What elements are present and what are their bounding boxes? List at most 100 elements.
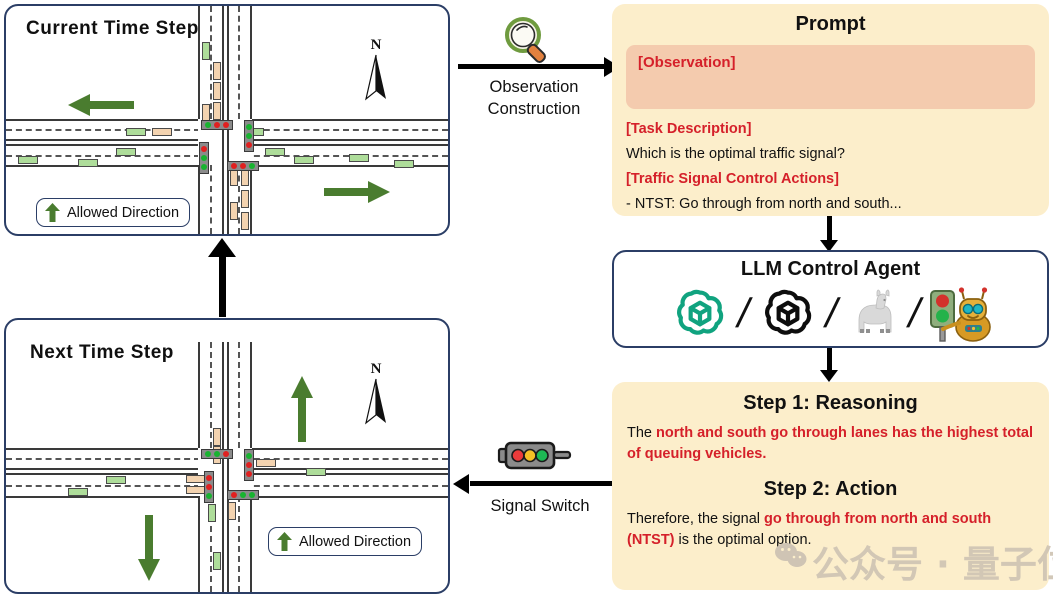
feedback-arrow-head	[208, 238, 236, 257]
prompt-card: Prompt [Observation] [Task Description] …	[612, 4, 1049, 216]
vehicle	[208, 504, 216, 522]
current-time-step-panel: Current Time Step N Allowed Direction	[4, 4, 450, 236]
vroad-edge-right-b	[250, 165, 252, 234]
vehicle	[230, 202, 238, 220]
signal-head-south	[227, 490, 259, 500]
compass-needle-icon	[365, 378, 386, 425]
vehicle	[186, 486, 206, 494]
lamp-red	[206, 475, 212, 482]
signal-switch-arrow-shaft	[470, 481, 612, 486]
llm-control-agent-box: LLM Control Agent / / /	[612, 250, 1049, 348]
action-prefix: Therefore, the signal	[627, 511, 765, 528]
vehicle	[349, 154, 369, 162]
allowed-arrow-west	[68, 94, 134, 116]
lane-divider-v1	[210, 6, 212, 119]
lamp-green	[239, 492, 246, 498]
compass-label: N	[370, 361, 382, 377]
lane-divider-h2	[244, 129, 448, 131]
legend-allowed-direction: Allowed Direction	[36, 198, 191, 227]
allowed-arrow-east	[324, 181, 390, 203]
lamp-green	[201, 163, 207, 170]
up-arrow-icon	[45, 203, 60, 222]
vehicle	[213, 62, 221, 80]
lamp-red	[246, 470, 252, 477]
compass-north: N	[361, 38, 391, 106]
vehicle	[78, 159, 98, 167]
vroad-edge-right	[250, 6, 252, 119]
llama-icon[interactable]	[845, 285, 901, 341]
vehicle	[306, 468, 326, 476]
observation-tag: [Observation]	[626, 45, 1035, 109]
vroad-edge-left	[198, 342, 200, 448]
lamp-red	[239, 163, 246, 169]
legend-label: Allowed Direction	[299, 533, 412, 550]
lamp-green	[246, 132, 252, 139]
prompt-title: Prompt	[795, 13, 866, 35]
vehicle	[265, 148, 285, 156]
allowed-arrow-south	[138, 515, 160, 581]
agent-to-response-head	[820, 370, 838, 382]
magnifier-icon	[505, 17, 546, 63]
vehicle	[186, 475, 206, 483]
vehicle	[213, 82, 221, 100]
vroad-center-b	[227, 342, 229, 592]
task-description-text: Which is the optimal traffic signal?	[626, 146, 845, 163]
openai-black-logo-icon[interactable]	[758, 285, 818, 341]
lamp-red	[231, 163, 238, 169]
vroad-edge-left-b	[198, 165, 200, 234]
lamp-green	[206, 492, 212, 499]
lamp-red	[246, 141, 252, 148]
reasoning-prefix: The	[627, 425, 657, 441]
vehicle	[116, 148, 136, 156]
traffic-light-icon	[497, 441, 572, 470]
vehicle	[202, 42, 210, 60]
observation-construction-label: Observation Construction	[452, 76, 616, 121]
control-actions-tag: [Traffic Signal Control Actions]	[626, 171, 839, 188]
lane-divider-v1	[210, 342, 212, 448]
current-panel-title: Current Time Step	[26, 18, 199, 39]
vroad-edge-right-b	[250, 496, 252, 592]
vehicle	[106, 476, 126, 484]
vehicle	[126, 128, 146, 136]
lane-divider-v2	[238, 342, 240, 448]
lamp-red	[222, 122, 229, 128]
vehicle	[228, 502, 236, 520]
signal-switch-label: Signal Switch	[490, 497, 590, 515]
lane-divider-h4	[244, 485, 448, 487]
agent-title: LLM Control Agent	[740, 258, 921, 280]
observation-arrow-shaft	[458, 64, 608, 69]
prompt-to-agent-shaft	[827, 216, 832, 242]
agent-to-response-shaft	[827, 348, 832, 372]
observation-label-line1: Observation	[489, 78, 579, 96]
compass-north: N	[361, 362, 391, 430]
separator: /	[733, 289, 755, 336]
vehicle	[241, 212, 249, 230]
openai-green-logo-icon[interactable]	[670, 285, 730, 341]
lamp-red	[222, 451, 229, 457]
separator: /	[821, 289, 843, 336]
lamp-green	[246, 453, 252, 460]
vehicle	[241, 190, 249, 208]
lamp-green	[205, 451, 212, 457]
vehicle	[152, 128, 172, 136]
signal-head-east	[244, 449, 254, 481]
control-action-item: - NTST: Go through from north and south.…	[626, 196, 902, 213]
signal-head-east	[244, 120, 254, 152]
traffic-robot-icon[interactable]	[929, 283, 991, 343]
wechat-icon	[775, 543, 807, 567]
legend-label: Allowed Direction	[67, 204, 180, 221]
lamp-red	[213, 122, 220, 128]
compass-label: N	[370, 37, 382, 53]
vroad-edge-right	[250, 342, 252, 448]
compass-needle-icon	[365, 54, 386, 101]
vehicle	[68, 488, 88, 496]
lamp-green	[205, 122, 212, 128]
observation-label-line2: Construction	[487, 100, 581, 119]
lane-divider-v2	[238, 6, 240, 119]
lamp-green	[201, 154, 207, 161]
vehicle	[256, 459, 276, 467]
vroad-center-a	[222, 342, 224, 592]
signal-head-north	[201, 120, 233, 130]
signal-head-west	[204, 471, 214, 503]
lamp-green	[248, 163, 255, 169]
